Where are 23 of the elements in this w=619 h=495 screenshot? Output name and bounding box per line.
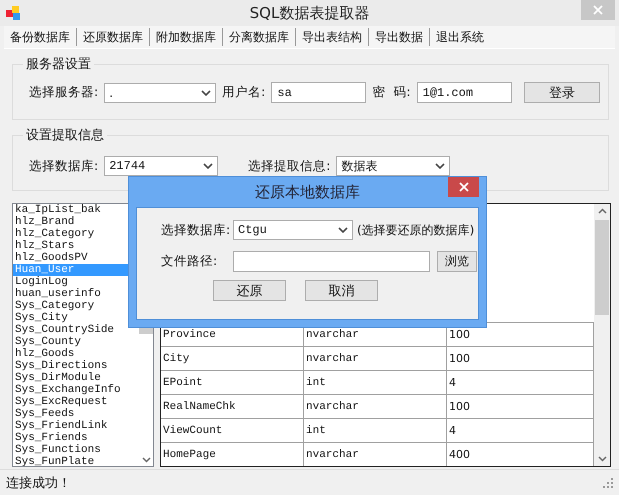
status-text: 连接成功！ — [6, 474, 71, 492]
field-label: 选择数据库: — [29, 158, 98, 174]
table-cell: ViewCount — [161, 419, 304, 442]
field-label: 文件路径: — [161, 253, 218, 270]
window-title: SQL数据表提取器 — [248, 4, 370, 22]
table-cell: nvarchar — [304, 443, 447, 466]
field-label: 密 码: — [372, 84, 411, 101]
table-cell: int — [304, 419, 447, 442]
field-label: 选择数据库: — [161, 222, 232, 238]
group-title: 服务器设置 — [25, 56, 92, 73]
group-title: 设置提取信息 — [25, 127, 105, 144]
hint-text: (选择要还原的数据库) — [357, 222, 474, 238]
table-cell: HomePage — [161, 443, 304, 466]
table-cell: EPoint — [161, 371, 304, 394]
field-label: 选择提取信息: — [248, 158, 330, 174]
table-cell: RealNameChk — [161, 395, 304, 418]
field-label: 选择服务器: — [29, 84, 98, 101]
table-cell: nvarchar — [304, 347, 447, 370]
table-cell: nvarchar — [304, 395, 447, 418]
field-label: 用户名: — [222, 84, 266, 101]
table-cell: City — [161, 347, 304, 370]
dialog-title: 还原本地数据库 — [254, 183, 361, 202]
table-cell: int — [304, 371, 447, 394]
